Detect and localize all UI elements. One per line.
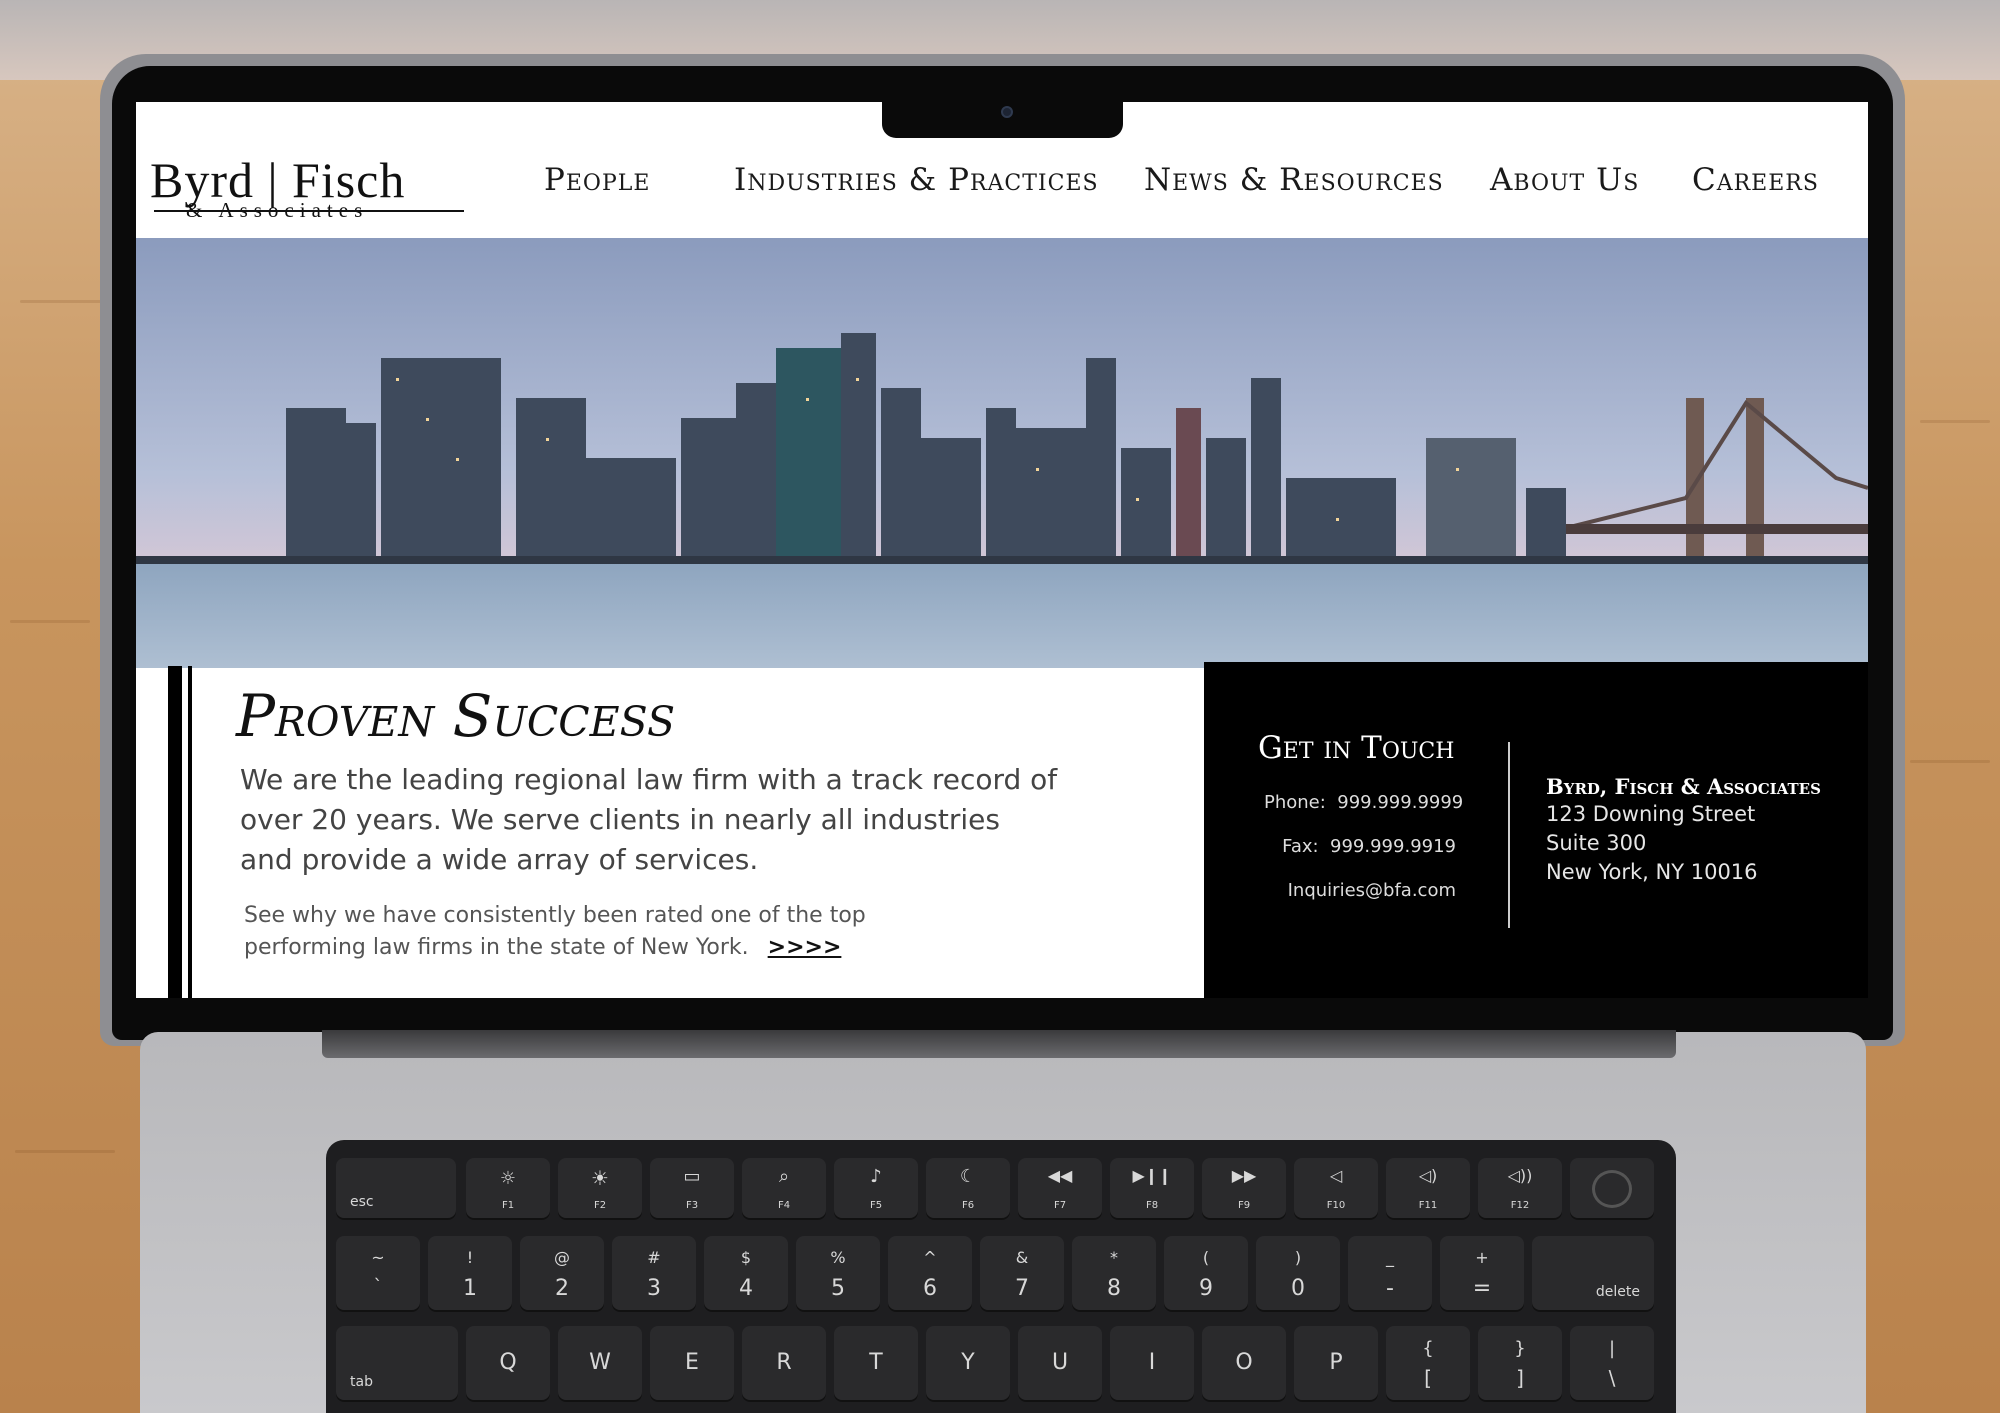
- key-minus[interactable]: _ -: [1348, 1236, 1432, 1312]
- get-in-touch-title: Get in Touch: [1258, 730, 1455, 766]
- key-delete[interactable]: delete: [1532, 1236, 1654, 1312]
- camera-icon: [1001, 106, 1013, 118]
- key-6[interactable]: ^ 6: [888, 1236, 972, 1312]
- key-u[interactable]: U: [1018, 1326, 1102, 1402]
- key-f10[interactable]: ◁ F10: [1294, 1158, 1378, 1220]
- address-line-3: New York, NY 10016: [1546, 860, 1758, 884]
- headline: Proven Success: [236, 682, 676, 750]
- key-q[interactable]: Q: [466, 1326, 550, 1402]
- key-left-bracket[interactable]: { [: [1386, 1326, 1470, 1402]
- address-line-2: Suite 300: [1546, 831, 1647, 855]
- key-1[interactable]: ! 1: [428, 1236, 512, 1312]
- key-backslash[interactable]: | \: [1570, 1326, 1654, 1402]
- intro-body-text: We are the leading regional law firm wit…: [240, 763, 1058, 876]
- ratings-link[interactable]: >>>>: [768, 935, 842, 960]
- contact-divider: [1508, 742, 1510, 928]
- nav-industries-practices[interactable]: Industries & Practices: [734, 162, 1099, 198]
- fast-forward-icon: ▶▶: [1231, 1166, 1257, 1185]
- rewind-icon: ◀◀: [1047, 1166, 1073, 1185]
- key-f8[interactable]: ▶❙❙ F8: [1110, 1158, 1194, 1220]
- key-i[interactable]: I: [1110, 1326, 1194, 1402]
- key-f11[interactable]: ◁) F11: [1386, 1158, 1470, 1220]
- nav-careers[interactable]: Careers: [1692, 162, 1819, 198]
- key-0[interactable]: ) 0: [1256, 1236, 1340, 1312]
- phone-number[interactable]: 999.999.9999: [1337, 792, 1463, 813]
- left-accent-line: [188, 666, 192, 998]
- fax-number: 999.999.9919: [1330, 836, 1456, 857]
- brightness-up-icon: ☀: [591, 1166, 609, 1190]
- volume-down-icon: ◁): [1418, 1166, 1438, 1185]
- key-esc[interactable]: esc: [336, 1158, 456, 1220]
- keyboard: esc ☼ F1 ☀ F2 ▭ F3 ⌕ F4 ♪ F5 ☾ F6 ◀◀ F7 …: [326, 1140, 1676, 1413]
- key-f5[interactable]: ♪ F5: [834, 1158, 918, 1220]
- fax-line: Fax: 999.999.9919: [1264, 836, 1456, 857]
- key-f9[interactable]: ▶▶ F9: [1202, 1158, 1286, 1220]
- key-7[interactable]: & 7: [980, 1236, 1064, 1312]
- wood-grain: [15, 1150, 115, 1153]
- hero-skyline-image: [136, 238, 1868, 668]
- key-f4[interactable]: ⌕ F4: [742, 1158, 826, 1220]
- key-tab[interactable]: tab: [336, 1326, 458, 1402]
- wood-grain: [10, 620, 90, 623]
- address-firm-name: Byrd, Fisch & Associates: [1546, 774, 1821, 799]
- site-logo[interactable]: Byrd | Fisch & Associates: [150, 152, 470, 234]
- key-f2[interactable]: ☀ F2: [558, 1158, 642, 1220]
- fax-label: Fax:: [1282, 836, 1319, 857]
- email-link[interactable]: Inquiries@bfa.com: [1264, 880, 1456, 901]
- phone-label: Phone:: [1264, 792, 1326, 813]
- key-p[interactable]: P: [1294, 1326, 1378, 1402]
- touch-id-icon: [1592, 1170, 1632, 1208]
- key-8[interactable]: * 8: [1072, 1236, 1156, 1312]
- nav-news-resources[interactable]: News & Resources: [1144, 162, 1444, 198]
- laptop-hinge: [322, 1030, 1676, 1058]
- ratings-text: See why we have consistently been rated …: [244, 900, 964, 964]
- key-r[interactable]: R: [742, 1326, 826, 1402]
- touch-id-key[interactable]: [1570, 1158, 1654, 1220]
- mute-icon: ◁: [1329, 1166, 1343, 1185]
- key-f6[interactable]: ☾ F6: [926, 1158, 1010, 1220]
- key-backtick[interactable]: ~ `: [336, 1236, 420, 1312]
- mission-control-icon: ▭: [683, 1166, 701, 1187]
- wood-grain: [20, 300, 110, 303]
- key-f3[interactable]: ▭ F3: [650, 1158, 734, 1220]
- key-f1[interactable]: ☼ F1: [466, 1158, 550, 1220]
- wood-grain: [1910, 760, 1990, 763]
- volume-up-icon: ◁)): [1507, 1166, 1533, 1185]
- play-pause-icon: ▶❙❙: [1132, 1166, 1172, 1185]
- logo-rule: [154, 210, 464, 212]
- phone-line: Phone: 999.999.9999: [1264, 792, 1463, 813]
- key-f7[interactable]: ◀◀ F7: [1018, 1158, 1102, 1220]
- key-e[interactable]: E: [650, 1326, 734, 1402]
- moon-icon: ☾: [959, 1166, 977, 1187]
- website-screen: Byrd | Fisch & Associates People Industr…: [136, 102, 1868, 998]
- brightness-down-icon: ☼: [499, 1168, 517, 1189]
- key-2[interactable]: @ 2: [520, 1236, 604, 1312]
- search-icon: ⌕: [778, 1166, 790, 1187]
- wood-grain: [1920, 420, 1990, 423]
- left-accent-bar: [168, 666, 182, 998]
- key-4[interactable]: $ 4: [704, 1236, 788, 1312]
- key-w[interactable]: W: [558, 1326, 642, 1402]
- address-line-1: 123 Downing Street: [1546, 802, 1756, 826]
- key-right-bracket[interactable]: } ]: [1478, 1326, 1562, 1402]
- microphone-icon: ♪: [870, 1166, 882, 1187]
- key-t[interactable]: T: [834, 1326, 918, 1402]
- skyline-illustration: [136, 238, 1868, 668]
- key-5[interactable]: % 5: [796, 1236, 880, 1312]
- nav-people[interactable]: People: [544, 162, 650, 198]
- key-y[interactable]: Y: [926, 1326, 1010, 1402]
- contact-panel: [1204, 662, 1868, 998]
- nav-about-us[interactable]: About Us: [1490, 162, 1639, 198]
- key-9[interactable]: ( 9: [1164, 1236, 1248, 1312]
- key-f12[interactable]: ◁)) F12: [1478, 1158, 1562, 1220]
- key-3[interactable]: # 3: [612, 1236, 696, 1312]
- key-o[interactable]: O: [1202, 1326, 1286, 1402]
- key-equals[interactable]: + =: [1440, 1236, 1524, 1312]
